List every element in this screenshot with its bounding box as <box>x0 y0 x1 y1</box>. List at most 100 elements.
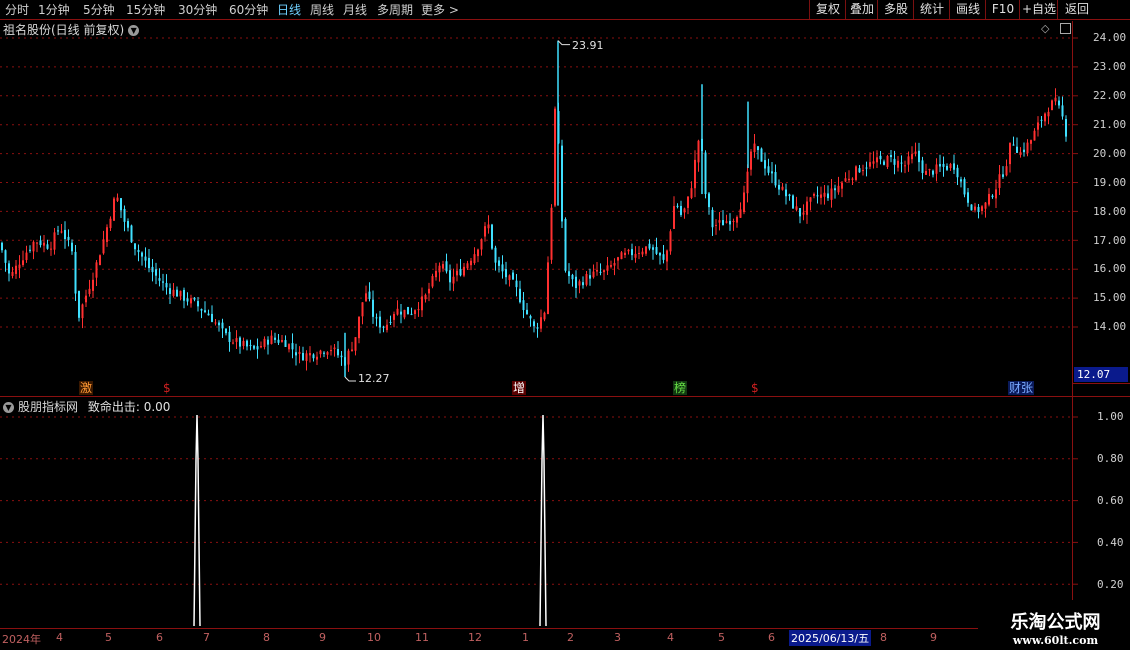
candle-body <box>141 252 143 257</box>
candle-body <box>470 260 472 266</box>
candle-body <box>540 317 542 329</box>
event-marker-caizhang[interactable]: 财张 <box>1008 381 1035 395</box>
candle-body <box>8 263 10 274</box>
candle-body <box>690 188 693 198</box>
candle-body <box>197 301 199 307</box>
candle-body <box>932 170 934 175</box>
candle-body <box>753 143 756 152</box>
candle-body <box>417 309 420 311</box>
candle-body <box>1037 122 1039 130</box>
candle-body <box>396 308 399 315</box>
candle-body <box>890 155 892 158</box>
candle-body <box>57 230 59 232</box>
candle-body <box>326 352 329 355</box>
candle-body <box>1 242 3 251</box>
panel-toggle-icon[interactable] <box>1060 23 1071 34</box>
candle-body <box>431 276 434 287</box>
candle-body <box>186 298 189 302</box>
candle-body <box>925 170 927 175</box>
candle-body <box>711 209 714 228</box>
candle-body <box>673 206 675 229</box>
candle-body <box>389 321 392 323</box>
y-tick-15: 15.00 <box>1093 291 1127 304</box>
candle-body <box>645 246 647 254</box>
candle-body <box>883 161 885 165</box>
candle-body <box>841 182 843 189</box>
candle-body <box>949 164 952 169</box>
candle-body <box>970 204 973 211</box>
candle-body <box>624 252 626 256</box>
candle-body <box>1026 142 1029 154</box>
event-marker-zeng[interactable]: 增 <box>512 381 527 395</box>
kline-chart[interactable] <box>0 0 1130 650</box>
candle-body <box>424 294 427 300</box>
candle-body <box>536 327 539 329</box>
x-label-6: 6 <box>156 631 163 644</box>
candle-body <box>312 354 315 359</box>
stock-title: 祖名股份(日线 前复权) <box>3 23 125 37</box>
candle-body <box>67 236 70 240</box>
candle-body <box>785 189 787 197</box>
candle-body <box>512 272 514 280</box>
candle-body <box>102 239 105 254</box>
chevron-down-icon[interactable]: ▼ <box>3 402 14 413</box>
candle-body <box>806 201 808 215</box>
x-label-2: 2 <box>567 631 574 644</box>
candle-body <box>309 353 311 356</box>
candle-body <box>1012 144 1015 146</box>
event-marker-dollar-2[interactable]: $ <box>750 381 760 395</box>
candle-body <box>1009 142 1011 165</box>
candle-body <box>610 265 612 267</box>
candle-body <box>564 219 567 271</box>
candle-body <box>421 296 423 311</box>
candle-body <box>193 297 196 300</box>
candle-body <box>466 263 469 269</box>
candle-body <box>767 166 770 173</box>
candle-body <box>260 346 262 348</box>
candle-body <box>249 345 252 347</box>
candle-body <box>165 283 168 288</box>
low-pointer <box>344 376 356 382</box>
candle-body <box>1065 119 1067 137</box>
candle-body <box>683 208 686 213</box>
candle-body <box>505 269 507 278</box>
y-tick-20: 20.00 <box>1093 147 1127 160</box>
high-price-label: 23.91 <box>572 39 604 52</box>
candle-body <box>109 218 112 229</box>
event-marker-dollar[interactable]: $ <box>162 381 172 395</box>
event-marker-bang[interactable]: 榜 <box>673 381 688 395</box>
candle-body <box>305 353 308 361</box>
candle-body <box>29 249 31 251</box>
candle-body <box>442 264 444 269</box>
diamond-icon[interactable]: ◇ <box>1041 22 1049 35</box>
candle-body <box>501 264 504 272</box>
candle-body <box>372 299 374 317</box>
high-pointer <box>557 40 570 46</box>
x-label-8b: 8 <box>880 631 887 644</box>
candle-body <box>813 193 815 196</box>
candle-body <box>130 225 133 243</box>
candle-body <box>137 249 140 253</box>
ind-tick-040: 0.40 <box>1097 536 1124 549</box>
candle-body <box>1019 152 1022 155</box>
event-marker-ji[interactable]: 激 <box>79 381 94 395</box>
candle-body <box>498 260 500 266</box>
candle-body <box>323 352 325 354</box>
candle-body <box>900 162 903 164</box>
candle-body <box>459 268 462 276</box>
y-tick-16: 16.00 <box>1093 262 1127 275</box>
chevron-down-icon[interactable]: ▼ <box>128 25 140 36</box>
candle-body <box>942 163 945 167</box>
candle-body <box>410 313 413 315</box>
indicator-signal-2 <box>539 414 547 627</box>
candle-body <box>480 239 483 250</box>
candle-body <box>830 188 833 200</box>
candle-body <box>799 208 801 217</box>
candle-body <box>242 341 245 346</box>
candle-body <box>4 250 7 263</box>
candle-body <box>358 316 360 339</box>
candle-body <box>652 247 654 250</box>
candle-body <box>484 226 486 237</box>
candle-body <box>99 255 101 266</box>
candle-body <box>666 250 668 262</box>
